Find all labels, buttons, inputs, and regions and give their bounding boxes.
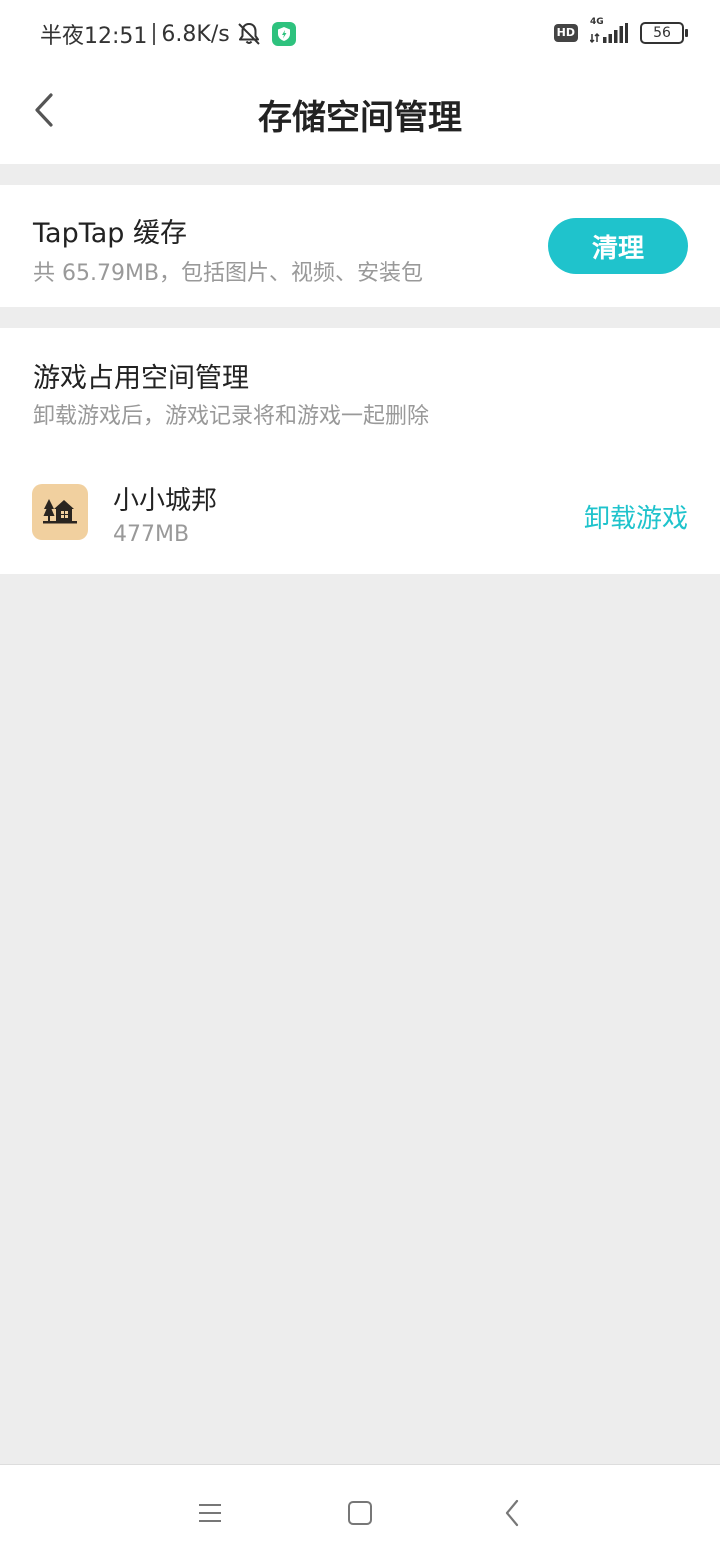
- system-nav-bar: [0, 1464, 720, 1561]
- home-icon: [348, 1501, 372, 1525]
- menu-button[interactable]: [190, 1493, 230, 1533]
- cache-description: 共 65.79MB，包括图片、视频、安装包: [33, 261, 424, 286]
- signal-icon: 4G: [590, 17, 628, 46]
- battery-indicator: 56: [640, 22, 688, 44]
- home-button[interactable]: [340, 1493, 380, 1533]
- shield-icon: [271, 22, 296, 46]
- bell-off-icon: [237, 23, 260, 45]
- page-title: 存储空间管理: [258, 98, 462, 138]
- hd-badge: HD: [553, 24, 578, 42]
- back-icon: [505, 1499, 519, 1527]
- clean-cache-button[interactable]: 清理: [548, 218, 688, 274]
- game-space-card: 游戏占用空间管理 卸载游戏后，游戏记录将和游戏一起删除 小小城邦 477MB 卸…: [0, 328, 720, 574]
- game-list-item: 小小城邦 477MB 卸载游戏: [0, 468, 720, 558]
- system-back-button[interactable]: [492, 1493, 532, 1533]
- status-right: HD 4G 56: [553, 17, 688, 46]
- status-separator: [153, 23, 156, 45]
- house-trees-icon: [32, 484, 88, 540]
- status-left: 半夜12:51 6.8K/s: [40, 18, 296, 50]
- uninstall-game-button[interactable]: 卸载游戏: [584, 498, 688, 535]
- game-space-description: 卸载游戏后，游戏记录将和游戏一起删除: [33, 404, 430, 429]
- cache-title: TapTap 缓存: [33, 218, 187, 249]
- game-name: 小小城邦: [113, 486, 218, 516]
- cache-card: TapTap 缓存 共 65.79MB，包括图片、视频、安装包 清理: [0, 185, 720, 307]
- game-space-title: 游戏占用空间管理: [33, 363, 249, 394]
- page-header: 存储空间管理: [0, 68, 720, 164]
- game-size: 477MB: [113, 522, 190, 547]
- status-network-speed: 6.8K/s: [161, 21, 230, 47]
- status-time: 半夜12:51: [40, 24, 148, 49]
- status-bar: 半夜12:51 6.8K/s HD 4G 56: [0, 0, 720, 68]
- menu-icon: [199, 1504, 221, 1522]
